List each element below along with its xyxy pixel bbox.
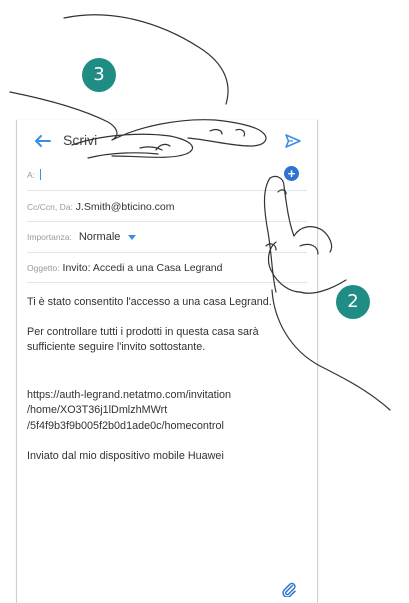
paperclip-icon[interactable] (281, 581, 297, 597)
invitation-link[interactable]: https://auth-legrand.netatmo.com/invitat… (27, 388, 307, 435)
link-line: /5f4f9b3f9b005f2b0d1ade0c/homecontrol (27, 419, 224, 432)
cc-label: Cc/Ccn, Da: (27, 202, 73, 212)
add-contact-icon[interactable]: + (284, 166, 299, 181)
divider (27, 282, 307, 283)
body-paragraph: Per controllare tutti i prodotti in ques… (27, 325, 259, 354)
divider (27, 190, 307, 191)
subject-input[interactable]: Invito: Accedi a una Casa Legrand (63, 262, 223, 274)
priority-label: Importanza: (27, 232, 72, 242)
email-compose-screen: Scrivi A: + Cc/Ccn, Da: J.Smith@bticino.… (16, 120, 318, 603)
recipient-label: A: (27, 170, 36, 180)
back-arrow-icon[interactable] (31, 130, 53, 152)
step-3-badge: 3 (82, 58, 116, 92)
message-body[interactable]: Ti è stato consentito l'accesso a una ca… (27, 295, 307, 479)
cc-field[interactable]: Cc/Ccn, Da: J.Smith@bticino.com (27, 201, 307, 213)
send-icon[interactable] (284, 132, 302, 150)
body-paragraph: Ti è stato consentito l'accesso a una ca… (27, 296, 272, 308)
priority-field: Importanza: Normale (27, 231, 307, 243)
priority-value: Normale (78, 231, 121, 243)
subject-field[interactable]: Oggetto: Invito: Accedi a una Casa Legra… (27, 262, 307, 274)
chevron-down-icon (128, 234, 137, 240)
text-cursor (39, 169, 41, 180)
compose-title: Scrivi (63, 132, 98, 148)
divider (27, 221, 307, 222)
priority-dropdown[interactable]: Normale (79, 231, 137, 243)
sender-email: J.Smith@bticino.com (75, 201, 175, 213)
link-line: https://auth-legrand.netatmo.com/invitat… (27, 388, 232, 401)
compose-toolbar: Scrivi (17, 120, 317, 162)
link-line: /home/XO3T36j1lDmlzhMWrt (27, 404, 168, 416)
recipient-field[interactable]: A: (27, 169, 307, 181)
step-2-badge: 2 (336, 285, 370, 319)
divider (27, 252, 307, 253)
subject-label: Oggetto: (27, 263, 60, 273)
signature: Inviato dal mio dispositivo mobile Huawe… (27, 450, 224, 462)
